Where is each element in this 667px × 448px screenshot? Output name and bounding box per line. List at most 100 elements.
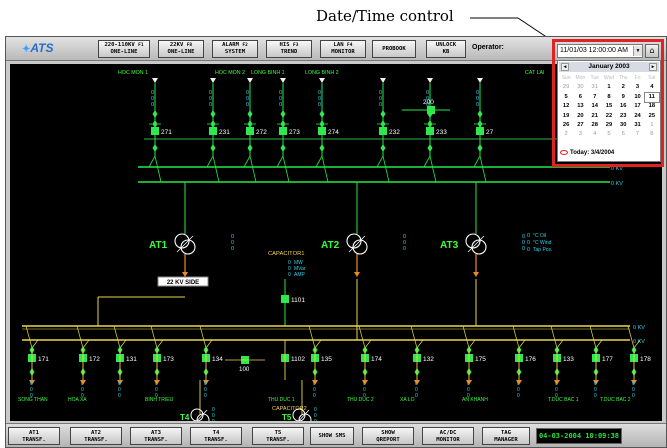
bus22-kv-value: 0 KV [633, 339, 645, 345]
calendar-day[interactable]: 14 [588, 102, 602, 111]
disconnector-icon[interactable] [280, 144, 286, 152]
disconnector-icon[interactable] [247, 144, 253, 152]
at2-transf-button[interactable]: AT2 TRANSF. [70, 427, 122, 445]
disconnector-icon[interactable] [152, 144, 158, 152]
calendar-day[interactable]: 13 [573, 102, 587, 111]
calendar-day[interactable]: 7 [630, 130, 644, 139]
breaker-icon[interactable] [426, 127, 434, 135]
calendar-day[interactable]: 2 [559, 130, 573, 139]
breaker-icon[interactable] [246, 127, 254, 135]
calendar-day[interactable]: 7 [588, 93, 602, 102]
disconnector-icon[interactable] [380, 110, 386, 118]
button-line1: AT3 [150, 430, 162, 436]
calendar-day[interactable]: 4 [645, 83, 659, 92]
calendar-day[interactable]: 28 [588, 121, 602, 130]
calendar-day[interactable]: 26 [559, 121, 573, 130]
one-line-22kv-button[interactable]: 22KV F8 ONE-LINE [158, 40, 204, 58]
breaker-icon[interactable] [476, 127, 484, 135]
calendar-day[interactable]: 30 [616, 121, 630, 130]
at1-transf-button[interactable]: AT1 TRANSF. [8, 427, 60, 445]
calendar-day[interactable]: 3 [573, 130, 587, 139]
breaker-icon[interactable] [209, 127, 217, 135]
lan-monitor-button[interactable]: LAN F4 MONITOR [320, 40, 366, 58]
feeder-22kv-value: 0 [632, 393, 635, 399]
calendar-day[interactable]: 24 [630, 112, 644, 121]
disconnector-icon[interactable] [247, 110, 253, 118]
breaker-icon[interactable] [379, 127, 387, 135]
calendar-day[interactable]: 5 [559, 93, 573, 102]
one-line-220kv-button[interactable]: 220-110KV F1 ONE-LINE [98, 40, 150, 58]
calendar-day[interactable]: 9 [616, 93, 630, 102]
calendar-day[interactable]: 6 [616, 130, 630, 139]
calendar-day[interactable]: 22 [602, 112, 616, 121]
at3-transf-button[interactable]: AT3 TRANSF. [130, 427, 182, 445]
calendar-day[interactable]: 23 [616, 112, 630, 121]
calendar-day[interactable]: 16 [616, 102, 630, 111]
weekday-label: Fri [634, 75, 641, 81]
probook-button[interactable]: PROBOOK [372, 40, 416, 58]
disconnector-icon[interactable] [477, 144, 483, 152]
calendar-day[interactable]: 19 [559, 112, 573, 121]
feeder-22kv-value: 0 [118, 393, 121, 399]
calendar-day[interactable]: 4 [588, 130, 602, 139]
transformer-value: 0 [522, 246, 525, 252]
calendar-day[interactable]: 8 [645, 130, 659, 139]
button-line2: MONITOR [436, 437, 460, 443]
calendar-day[interactable]: 18 [645, 102, 659, 111]
disconnector-icon[interactable] [280, 110, 286, 118]
disconnector-icon[interactable] [380, 144, 386, 152]
calendar-day[interactable]: 1 [645, 121, 659, 130]
tag-manager-button[interactable]: TAG MANAGER [482, 427, 530, 445]
acdc-monitor-button[interactable]: AC/DC MONITOR [422, 427, 474, 445]
show-sms-button[interactable]: SHOW SMS [310, 427, 354, 445]
calendar-day[interactable]: 6 [573, 93, 587, 102]
breaker-icon[interactable] [151, 127, 159, 135]
calendar-icon[interactable]: ⌂ [645, 44, 659, 58]
breaker-icon[interactable] [318, 127, 326, 135]
calendar-day[interactable]: 17 [630, 102, 644, 111]
breaker-icon[interactable] [281, 295, 289, 303]
calendar-day[interactable]: 8 [602, 93, 616, 102]
calendar-day[interactable]: 29 [559, 83, 573, 92]
feeder-name-bottom: AN KHANH [462, 397, 488, 403]
tap-arrow [176, 235, 194, 253]
calendar-day[interactable]: 30 [573, 83, 587, 92]
breaker-icon[interactable] [279, 127, 287, 135]
datetime-picker[interactable]: 11/01/03 12:00:00 AM ▼ [557, 44, 643, 58]
calendar-day[interactable]: 20 [573, 112, 587, 121]
feeder-value: 0 [476, 102, 479, 108]
prev-month-button[interactable]: ◂ [561, 63, 569, 71]
calendar-day[interactable]: 11 [643, 91, 660, 104]
disconnector-icon[interactable] [210, 110, 216, 118]
today-button[interactable]: Today: 3/4/2004 [560, 150, 614, 156]
calendar-day[interactable]: 21 [588, 112, 602, 121]
unlock-kb-button[interactable]: UNLOCK KB [426, 40, 466, 58]
button-line1: HIS [279, 42, 290, 48]
calendar-day[interactable]: 31 [588, 83, 602, 92]
calendar-day[interactable]: 1 [602, 83, 616, 92]
show-qreport-button[interactable]: SHOW QREPORT [362, 427, 414, 445]
calendar-day[interactable]: 3 [630, 83, 644, 92]
disconnector-icon[interactable] [427, 144, 433, 152]
annotation-label: Date/Time control [316, 7, 454, 25]
disconnector-icon[interactable] [477, 110, 483, 118]
t4-transf-button[interactable]: T4 TRANSF. [190, 427, 242, 445]
disconnector-icon[interactable] [319, 110, 325, 118]
alarm-system-button[interactable]: ALARM F2 SYSTEM [212, 40, 258, 58]
calendar-day[interactable]: 31 [630, 121, 644, 130]
t5-transf-button[interactable]: T5 TRANSF. [252, 427, 304, 445]
disconnector-icon[interactable] [152, 110, 158, 118]
calendar-day[interactable]: 12 [559, 102, 573, 111]
dropdown-arrow-icon[interactable]: ▼ [633, 46, 642, 56]
calendar-day[interactable]: 2 [616, 83, 630, 92]
calendar-day[interactable]: 5 [602, 130, 616, 139]
calendar-day[interactable]: 27 [573, 121, 587, 130]
disconnector-icon[interactable] [319, 144, 325, 152]
next-month-button[interactable]: ▸ [649, 63, 657, 71]
calendar-day[interactable]: 10 [630, 93, 644, 102]
disconnector-icon[interactable] [210, 144, 216, 152]
calendar-day[interactable]: 29 [602, 121, 616, 130]
calendar-day[interactable]: 15 [602, 102, 616, 111]
calendar-day[interactable]: 25 [645, 112, 659, 121]
his-trend-button[interactable]: HIS F3 TREND [266, 40, 312, 58]
